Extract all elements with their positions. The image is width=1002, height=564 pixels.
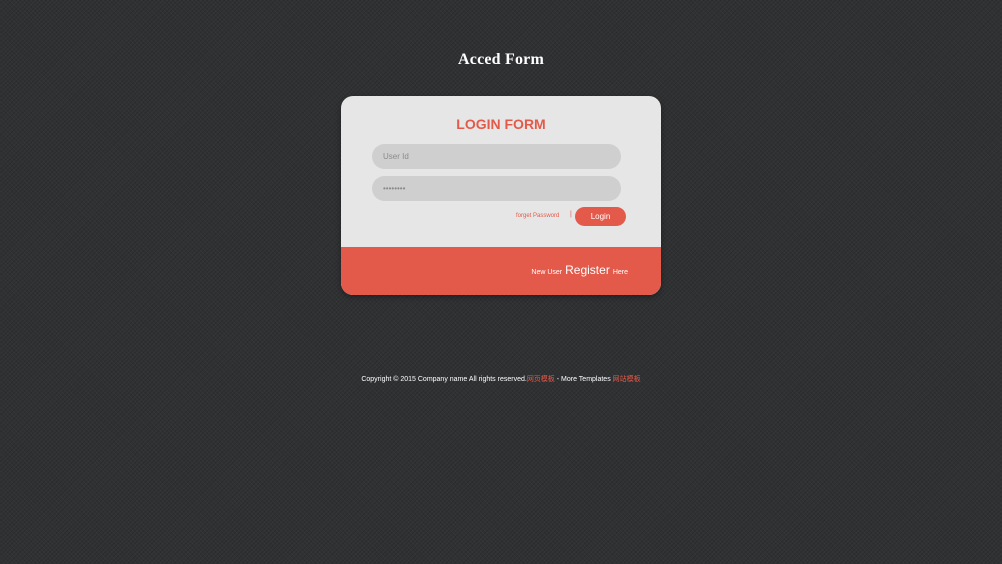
- footer-link-2[interactable]: 网站模板: [613, 376, 641, 383]
- footer-link-1[interactable]: 网页模板: [527, 376, 555, 383]
- user-id-input[interactable]: [372, 144, 621, 169]
- footer-copyright: Copyright © 2015 Company name All rights…: [361, 376, 527, 383]
- login-form-heading: LOGIN FORM: [456, 116, 546, 132]
- link-divider: |: [570, 211, 572, 218]
- footer-separator: - More Templates: [554, 376, 613, 383]
- register-band: New User Register Here: [341, 247, 661, 295]
- register-link[interactable]: Register: [565, 263, 610, 277]
- footer: Copyright © 2015 Company name All rights…: [0, 374, 1002, 384]
- page: { "page": { "title": "Acced Form" }, "lo…: [0, 0, 1002, 564]
- new-user-text: New User: [531, 269, 563, 276]
- login-button[interactable]: Login: [575, 207, 626, 226]
- register-row: New User Register Here: [531, 263, 628, 277]
- password-input[interactable]: [372, 176, 621, 201]
- page-title: Acced Form: [458, 51, 544, 68]
- forgot-password-link[interactable]: forget Password: [516, 213, 559, 219]
- login-card: LOGIN FORM forget Password | Login New U…: [341, 96, 661, 295]
- here-text: Here: [612, 269, 628, 276]
